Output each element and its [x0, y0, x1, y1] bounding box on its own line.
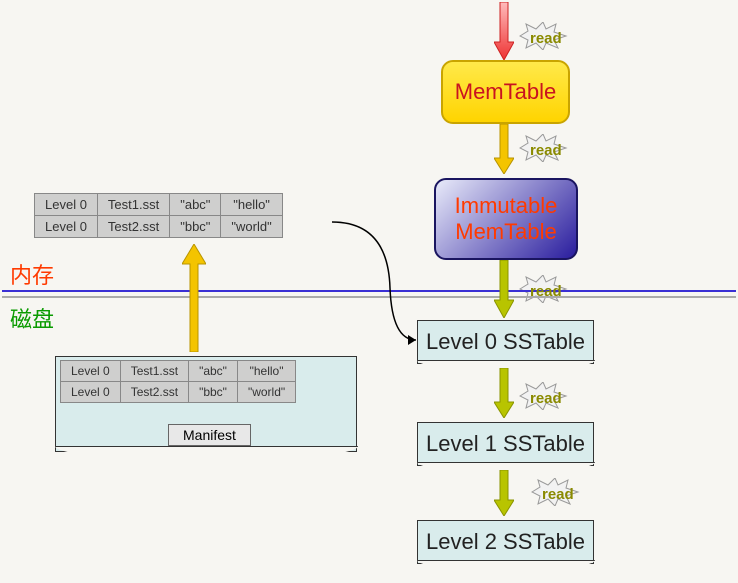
read-label-1: read: [530, 30, 562, 47]
sstable-level1: Level 1 SSTable: [417, 422, 594, 466]
manifest-label: Manifest: [168, 424, 251, 446]
manifest-disk-table: Level 0Test1.sst"abc""hello" Level 0Test…: [60, 360, 296, 403]
immutable-memtable-box: ImmutableMemTable: [434, 178, 578, 260]
memtable-box: MemTable: [441, 60, 570, 124]
arrow-manifest-to-memory: [182, 244, 206, 352]
read-label-5: read: [542, 486, 574, 503]
arrow-l1-to-l2: [494, 470, 514, 516]
arrow-memory-to-l0: [328, 218, 428, 348]
manifest-memory-table: Level 0Test1.sst"abc""hello" Level 0Test…: [34, 193, 283, 238]
memory-label: 内存: [10, 258, 54, 290]
read-label-4: read: [530, 390, 562, 407]
arrow-immutable-to-l0: [494, 260, 514, 318]
arrow-to-memtable: [494, 2, 514, 60]
disk-label: 磁盘: [10, 302, 54, 334]
read-label-3: read: [530, 283, 562, 300]
arrow-memtable-to-immutable: [494, 124, 514, 174]
arrow-l0-to-l1: [494, 368, 514, 418]
sstable-level2: Level 2 SSTable: [417, 520, 594, 564]
read-label-2: read: [530, 142, 562, 159]
sstable-level0: Level 0 SSTable: [417, 320, 594, 364]
